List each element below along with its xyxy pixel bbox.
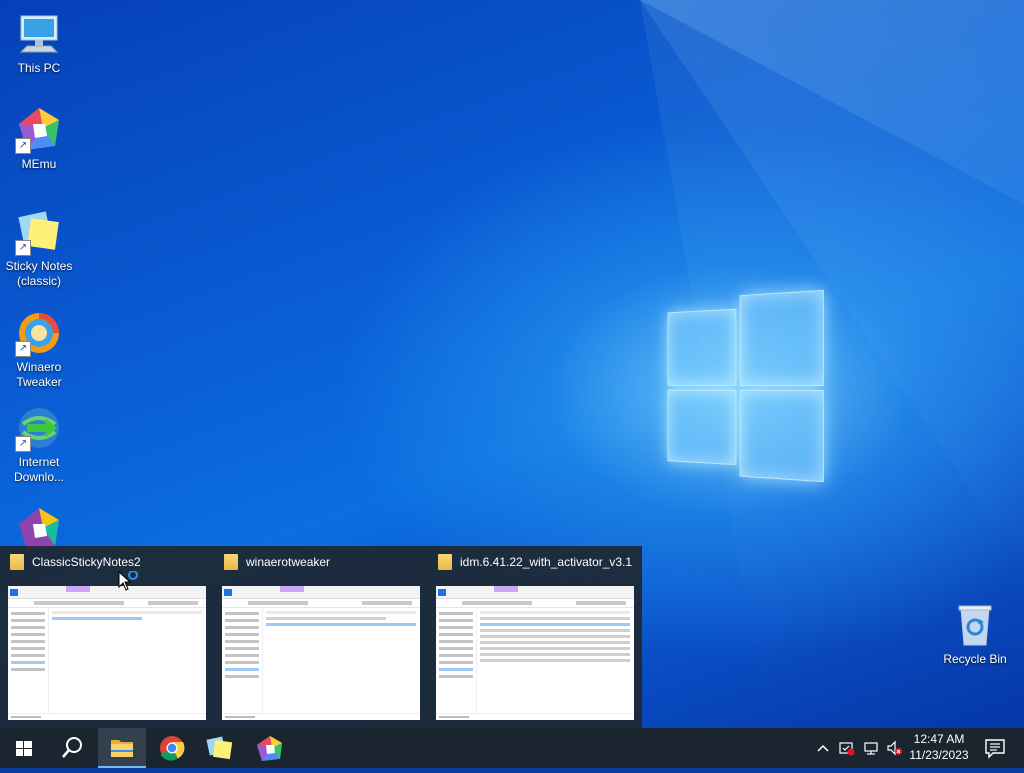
thumbnail-title: ClassicStickyNotes2 xyxy=(32,555,141,569)
taskbar-sticky-notes[interactable] xyxy=(196,728,244,768)
shortcut-arrow-icon: ↗ xyxy=(15,240,31,256)
recycle-bin-icon xyxy=(951,601,999,649)
windows-logo-wallpaper xyxy=(667,290,822,480)
taskbar-thumbnail-popup: ClassicStickyNotes2 winaerotweaker idm.6… xyxy=(0,546,642,728)
clock-date: 11/23/2023 xyxy=(906,747,972,763)
volume-muted-icon[interactable] xyxy=(886,740,902,756)
chrome-icon xyxy=(148,728,196,768)
mouse-cursor xyxy=(118,571,138,593)
security-warning-icon[interactable] xyxy=(839,740,855,756)
desktop-icon-recycle-bin[interactable]: Recycle Bin xyxy=(935,601,1015,667)
desktop-icon-label: Recycle Bin xyxy=(935,652,1015,667)
search-button[interactable] xyxy=(48,728,96,768)
chevron-up-icon[interactable] xyxy=(815,740,831,756)
thumbnail-header: ClassicStickyNotes2 xyxy=(10,554,210,572)
shortcut-arrow-icon: ↗ xyxy=(15,341,31,357)
window-preview xyxy=(8,586,206,720)
shortcut-arrow-icon: ↗ xyxy=(15,436,31,452)
idm-icon: ↗ xyxy=(15,404,63,452)
search-icon xyxy=(48,728,96,768)
taskbar-memu[interactable] xyxy=(246,728,294,768)
start-button[interactable] xyxy=(0,728,48,768)
winaero-icon: ↗ xyxy=(15,309,63,357)
file-explorer-icon xyxy=(98,728,146,768)
desktop-icon-label: Internet Downlo... xyxy=(0,455,79,485)
desktop-icon-internet-download-manager[interactable]: ↗ Internet Downlo... xyxy=(0,404,79,485)
thumbnail-header: winaerotweaker xyxy=(224,554,424,572)
memu-icon: ↗ xyxy=(15,106,63,154)
memu-icon xyxy=(246,728,294,768)
folder-icon xyxy=(224,554,238,570)
window-thumbnail[interactable]: idm.6.41.22_with_activator_v3.1 xyxy=(428,546,640,728)
taskbar-file-explorer[interactable] xyxy=(98,728,146,768)
taskbar: 12:47 AM 11/23/2023 xyxy=(0,728,1024,768)
desktop-icon-label: Winaero Tweaker xyxy=(0,360,79,390)
desktop-icon-this-pc[interactable]: This PC xyxy=(0,10,79,76)
window-preview xyxy=(436,586,634,720)
action-center-button[interactable] xyxy=(978,728,1012,768)
window-thumbnail[interactable]: winaerotweaker xyxy=(214,546,426,728)
thumbnail-header: idm.6.41.22_with_activator_v3.1 xyxy=(438,554,638,572)
sticky-notes-icon xyxy=(196,728,244,768)
taskbar-chrome[interactable] xyxy=(148,728,196,768)
system-clock[interactable]: 12:47 AM 11/23/2023 xyxy=(906,731,972,763)
folder-icon xyxy=(438,554,452,570)
computer-icon xyxy=(15,10,63,58)
windows-start-icon xyxy=(0,728,48,768)
desktop-icon-label: MEmu xyxy=(0,157,79,172)
desktop-icon-winaero-tweaker[interactable]: ↗ Winaero Tweaker xyxy=(0,309,79,390)
network-icon[interactable] xyxy=(863,740,879,756)
window-preview xyxy=(222,586,420,720)
thumbnail-title: winaerotweaker xyxy=(246,555,330,569)
thumbnail-title: idm.6.41.22_with_activator_v3.1 xyxy=(460,555,632,569)
desktop-icon-sticky-notes[interactable]: ↗ Sticky Notes (classic) xyxy=(0,208,79,289)
shortcut-arrow-icon: ↗ xyxy=(15,138,31,154)
desktop-icon-memu[interactable]: ↗ MEmu xyxy=(0,106,79,172)
sticky-notes-icon: ↗ xyxy=(15,208,63,256)
folder-icon xyxy=(10,554,24,570)
desktop-icon-label: Sticky Notes (classic) xyxy=(0,259,79,289)
notification-icon xyxy=(978,728,1012,768)
window-thumbnail[interactable]: ClassicStickyNotes2 xyxy=(0,546,212,728)
desktop-icon-label: This PC xyxy=(0,61,79,76)
clock-time: 12:47 AM xyxy=(906,731,972,747)
